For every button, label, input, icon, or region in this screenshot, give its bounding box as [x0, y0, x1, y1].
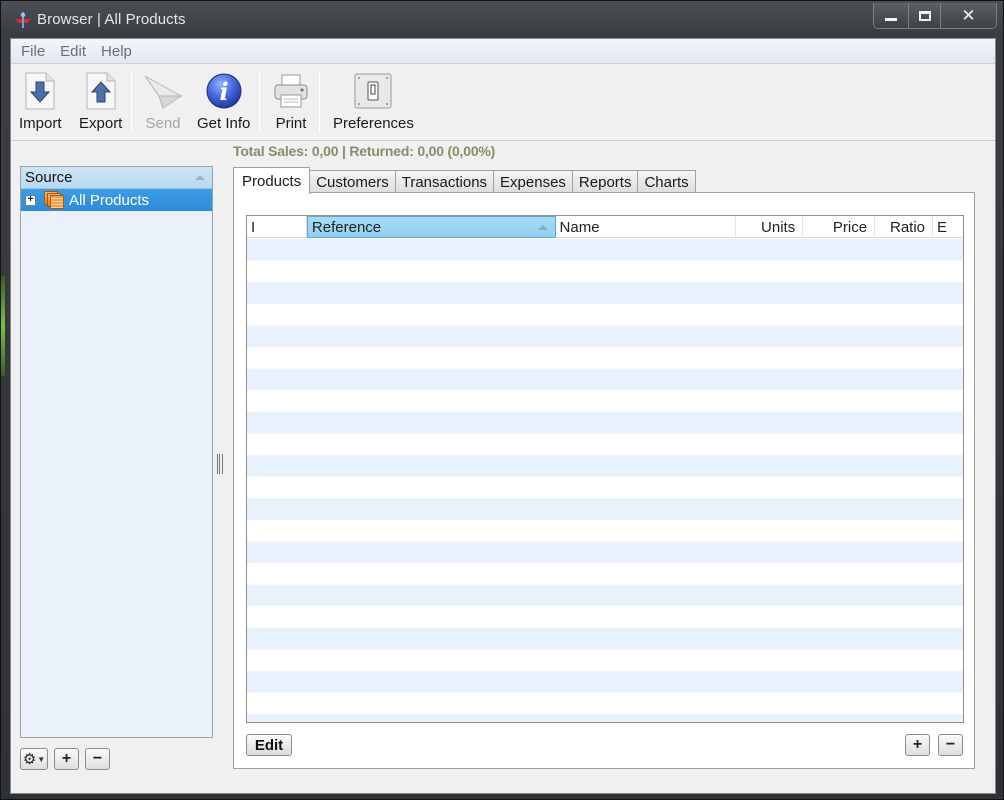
menu-bar: File Edit Help — [11, 39, 995, 64]
export-button[interactable]: Export — [79, 71, 122, 132]
minus-icon: − — [945, 736, 956, 753]
source-options-button[interactable]: ⚙ ▼ — [20, 748, 48, 770]
dropdown-caret-icon: ▼ — [37, 754, 46, 764]
client-area: File Edit Help Import Export Send i Get … — [10, 38, 996, 794]
preferences-label: Preferences — [333, 115, 414, 132]
add-source-button[interactable]: + — [54, 748, 79, 770]
product-group-icon — [44, 191, 64, 209]
source-list[interactable]: Source + All Products — [20, 166, 213, 738]
import-label: Import — [19, 115, 62, 132]
products-table[interactable]: I Reference Name Units Price Ratio E — [246, 215, 964, 723]
plus-icon: + — [61, 750, 72, 767]
maximize-icon — [918, 10, 931, 21]
column-reference-label: Reference — [311, 218, 382, 236]
products-panel: I Reference Name Units Price Ratio E Edi… — [233, 192, 975, 769]
tab-transactions[interactable]: Transactions — [394, 170, 495, 193]
send-button[interactable]: Send — [143, 71, 183, 132]
source-header-label: Source — [25, 169, 73, 186]
source-item-label: All Products — [69, 191, 150, 209]
minimize-button[interactable] — [874, 3, 908, 28]
import-icon — [25, 72, 55, 110]
menu-file[interactable]: File — [21, 43, 45, 60]
toolbar-separator — [319, 71, 320, 133]
maximize-button[interactable] — [908, 3, 940, 28]
send-icon — [144, 75, 183, 109]
background-desktop-edge — [1, 276, 5, 376]
export-label: Export — [79, 115, 123, 132]
tab-products[interactable]: Products — [233, 167, 311, 194]
column-header-e[interactable]: E — [933, 216, 963, 238]
toolbar-separator — [131, 71, 132, 133]
sales-summary: Total Sales: 0,00 | Returned: 0,00 (0,00… — [233, 143, 496, 159]
minimize-icon — [885, 18, 897, 21]
preferences-button[interactable]: Preferences — [333, 71, 414, 132]
get-info-label: Get Info — [197, 115, 251, 132]
column-header-ratio[interactable]: Ratio — [875, 216, 934, 238]
send-label: Send — [145, 115, 181, 132]
sort-ascending-icon — [537, 225, 548, 230]
table-body-empty[interactable] — [247, 239, 963, 722]
gear-icon: ⚙ — [22, 751, 37, 768]
menu-edit[interactable]: Edit — [60, 43, 86, 60]
source-item-all-products[interactable]: + All Products — [21, 189, 212, 211]
source-list-header[interactable]: Source — [21, 167, 212, 189]
print-label: Print — [275, 115, 307, 132]
minus-icon: − — [92, 750, 103, 767]
expand-icon[interactable]: + — [25, 194, 36, 206]
column-header-i[interactable]: I — [247, 216, 307, 238]
tab-bar: Products Customers Transactions Expenses… — [233, 167, 696, 194]
column-header-price[interactable]: Price — [803, 216, 876, 238]
export-icon — [86, 72, 116, 110]
close-icon: ✕ — [961, 6, 976, 25]
plus-icon: + — [912, 736, 923, 753]
remove-source-button[interactable]: − — [85, 748, 110, 770]
tab-charts[interactable]: Charts — [637, 170, 696, 193]
app-logo-icon — [15, 12, 31, 28]
toolbar-separator — [259, 71, 260, 133]
print-button[interactable]: Print — [271, 71, 311, 132]
column-header-reference[interactable]: Reference — [306, 216, 556, 238]
window-controls: ✕ — [873, 3, 997, 29]
window-title: Browser | All Products — [37, 11, 186, 28]
column-header-name[interactable]: Name — [556, 216, 737, 238]
sort-ascending-icon — [195, 175, 205, 180]
column-header-units[interactable]: Units — [736, 216, 804, 238]
edit-button[interactable]: Edit — [246, 734, 292, 756]
tab-customers[interactable]: Customers — [309, 170, 396, 193]
svg-text:i: i — [219, 77, 228, 106]
toolbar: Import Export Send i Get Info Print Pref… — [11, 65, 995, 141]
info-icon: i — [206, 73, 242, 109]
import-button[interactable]: Import — [19, 71, 62, 132]
printer-icon — [274, 74, 308, 108]
tab-expenses[interactable]: Expenses — [493, 170, 573, 193]
add-product-button[interactable]: + — [905, 734, 930, 756]
menu-help[interactable]: Help — [101, 43, 132, 60]
title-bar[interactable]: Browser | All Products ✕ — [1, 1, 1004, 39]
source-list-actions: ⚙ ▼ + − — [20, 748, 110, 770]
application-window: Browser | All Products ✕ File Edit Help — [0, 0, 1004, 800]
tab-reports[interactable]: Reports — [571, 170, 639, 193]
preferences-switch-icon — [354, 73, 392, 109]
table-header: I Reference Name Units Price Ratio E — [247, 216, 963, 238]
remove-product-button[interactable]: − — [938, 734, 963, 756]
get-info-button[interactable]: i Get Info — [197, 71, 250, 132]
close-button[interactable]: ✕ — [940, 3, 996, 28]
splitter-handle[interactable] — [217, 454, 223, 474]
